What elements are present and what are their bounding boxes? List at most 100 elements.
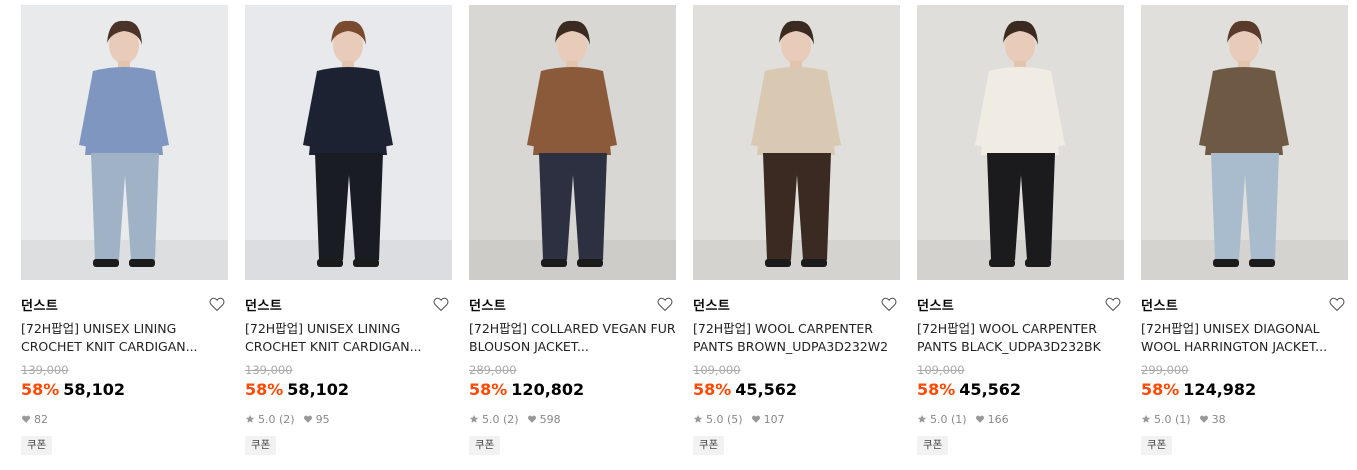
discount-rate: 58% — [245, 380, 284, 399]
heart-outline-icon[interactable] — [1328, 295, 1346, 313]
likes-count: 95 — [315, 412, 330, 426]
product-image[interactable] — [917, 5, 1124, 280]
product-meta: 5.0 (1) 166 — [917, 411, 1017, 427]
brand-name[interactable]: 던스트 — [1141, 295, 1178, 314]
coupon-badge: 쿠폰 — [693, 436, 725, 455]
product-image-illustration — [245, 5, 452, 280]
likes-count: 107 — [763, 412, 785, 426]
product-name[interactable]: [72H팝업] WOOL CARPENTER PANTS BLACK_UDPA3… — [917, 320, 1124, 360]
discount-rate: 58% — [1141, 380, 1180, 399]
original-price: 289,000 — [469, 363, 517, 377]
sale-price: 58,102 — [63, 380, 126, 399]
brand-row: 던스트 — [693, 295, 900, 315]
rating-text: 5.0 (1) — [1154, 412, 1191, 426]
likes: 166 — [975, 413, 1009, 426]
rating-text: 5.0 (2) — [258, 412, 295, 426]
heart-filled-icon — [527, 414, 537, 424]
price-row: 58% 124,982 — [1141, 380, 1256, 402]
likes-count: 598 — [539, 412, 561, 426]
heart-outline-icon[interactable] — [1104, 295, 1122, 313]
heart-outline-icon[interactable] — [432, 295, 450, 313]
coupon-badge: 쿠폰 — [1141, 436, 1173, 455]
brand-row: 던스트 — [917, 295, 1124, 315]
sale-price: 120,802 — [511, 380, 585, 399]
heart-outline-icon[interactable] — [656, 295, 674, 313]
product-meta: 5.0 (5) 107 — [693, 411, 793, 427]
product-image[interactable] — [245, 5, 452, 280]
coupon-badge: 쿠폰 — [21, 436, 53, 455]
product-card[interactable]: 던스트 [72H팝업] UNISEX DIAGONAL WOOL HARRING… — [1141, 5, 1348, 465]
rating: 5.0 (1) — [1141, 413, 1191, 426]
product-image-illustration — [1141, 5, 1348, 280]
heart-outline-icon[interactable] — [880, 295, 898, 313]
original-price: 109,000 — [917, 363, 965, 377]
discount-rate: 58% — [469, 380, 508, 399]
brand-name[interactable]: 던스트 — [21, 295, 58, 314]
product-card[interactable]: 던스트 [72H팝업] COLLARED VEGAN FUR BLOUSON J… — [469, 5, 676, 465]
likes-count: 38 — [1211, 412, 1226, 426]
price-row: 58% 58,102 — [21, 380, 125, 402]
product-image-illustration — [693, 5, 900, 280]
star-icon — [1141, 414, 1151, 424]
original-price: 139,000 — [21, 363, 69, 377]
product-meta: 5.0 (2) 598 — [469, 411, 569, 427]
star-icon — [917, 414, 927, 424]
brand-name[interactable]: 던스트 — [693, 295, 730, 314]
product-card[interactable]: 던스트 [72H팝업] UNISEX LINING CROCHET KNIT C… — [245, 5, 452, 465]
brand-name[interactable]: 던스트 — [469, 295, 506, 314]
product-image-illustration — [469, 5, 676, 280]
rating-text: 5.0 (2) — [482, 412, 519, 426]
coupon-badge: 쿠폰 — [917, 436, 949, 455]
heart-filled-icon — [975, 414, 985, 424]
discount-rate: 58% — [693, 380, 732, 399]
product-name[interactable]: [72H팝업] UNISEX DIAGONAL WOOL HARRINGTON … — [1141, 320, 1348, 360]
discount-rate: 58% — [917, 380, 956, 399]
star-icon — [469, 414, 479, 424]
sale-price: 45,562 — [959, 380, 1022, 399]
heart-outline-icon[interactable] — [208, 295, 226, 313]
product-card[interactable]: 던스트 [72H팝업] WOOL CARPENTER PANTS BROWN_U… — [693, 5, 900, 465]
likes: 82 — [21, 413, 48, 426]
product-image[interactable] — [693, 5, 900, 280]
price-row: 58% 45,562 — [917, 380, 1021, 402]
likes: 107 — [751, 413, 785, 426]
product-name[interactable]: [72H팝업] UNISEX LINING CROCHET KNIT CARDI… — [21, 320, 228, 360]
rating: 5.0 (2) — [469, 413, 519, 426]
brand-row: 던스트 — [469, 295, 676, 315]
rating: 5.0 (5) — [693, 413, 743, 426]
sale-price: 45,562 — [735, 380, 798, 399]
original-price: 139,000 — [245, 363, 293, 377]
likes: 95 — [303, 413, 330, 426]
likes-count: 166 — [987, 412, 1009, 426]
rating: 5.0 (2) — [245, 413, 295, 426]
product-card[interactable]: 던스트 [72H팝업] WOOL CARPENTER PANTS BLACK_U… — [917, 5, 1124, 465]
product-meta: 5.0 (2) 95 — [245, 411, 338, 427]
product-image[interactable] — [21, 5, 228, 280]
likes: 38 — [1199, 413, 1226, 426]
heart-filled-icon — [303, 414, 313, 424]
sale-price: 124,982 — [1183, 380, 1257, 399]
heart-filled-icon — [751, 414, 761, 424]
price-row: 58% 45,562 — [693, 380, 797, 402]
product-grid: 던스트 [72H팝업] UNISEX LINING CROCHET KNIT C… — [0, 0, 1357, 470]
product-name[interactable]: [72H팝업] UNISEX LINING CROCHET KNIT CARDI… — [245, 320, 452, 360]
brand-name[interactable]: 던스트 — [245, 295, 282, 314]
sale-price: 58,102 — [287, 380, 350, 399]
likes: 598 — [527, 413, 561, 426]
star-icon — [245, 414, 255, 424]
brand-row: 던스트 — [21, 295, 228, 315]
brand-name[interactable]: 던스트 — [917, 295, 954, 314]
product-name[interactable]: [72H팝업] COLLARED VEGAN FUR BLOUSON JACKE… — [469, 320, 676, 360]
heart-filled-icon — [21, 414, 31, 424]
brand-row: 던스트 — [245, 295, 452, 315]
product-card[interactable]: 던스트 [72H팝업] UNISEX LINING CROCHET KNIT C… — [21, 5, 228, 465]
product-image[interactable] — [1141, 5, 1348, 280]
price-row: 58% 120,802 — [469, 380, 584, 402]
likes-count: 82 — [34, 412, 48, 426]
brand-row: 던스트 — [1141, 295, 1348, 315]
rating-text: 5.0 (1) — [930, 412, 967, 426]
product-image[interactable] — [469, 5, 676, 280]
product-name[interactable]: [72H팝업] WOOL CARPENTER PANTS BROWN_UDPA3… — [693, 320, 900, 360]
star-icon — [693, 414, 703, 424]
discount-rate: 58% — [21, 380, 60, 399]
